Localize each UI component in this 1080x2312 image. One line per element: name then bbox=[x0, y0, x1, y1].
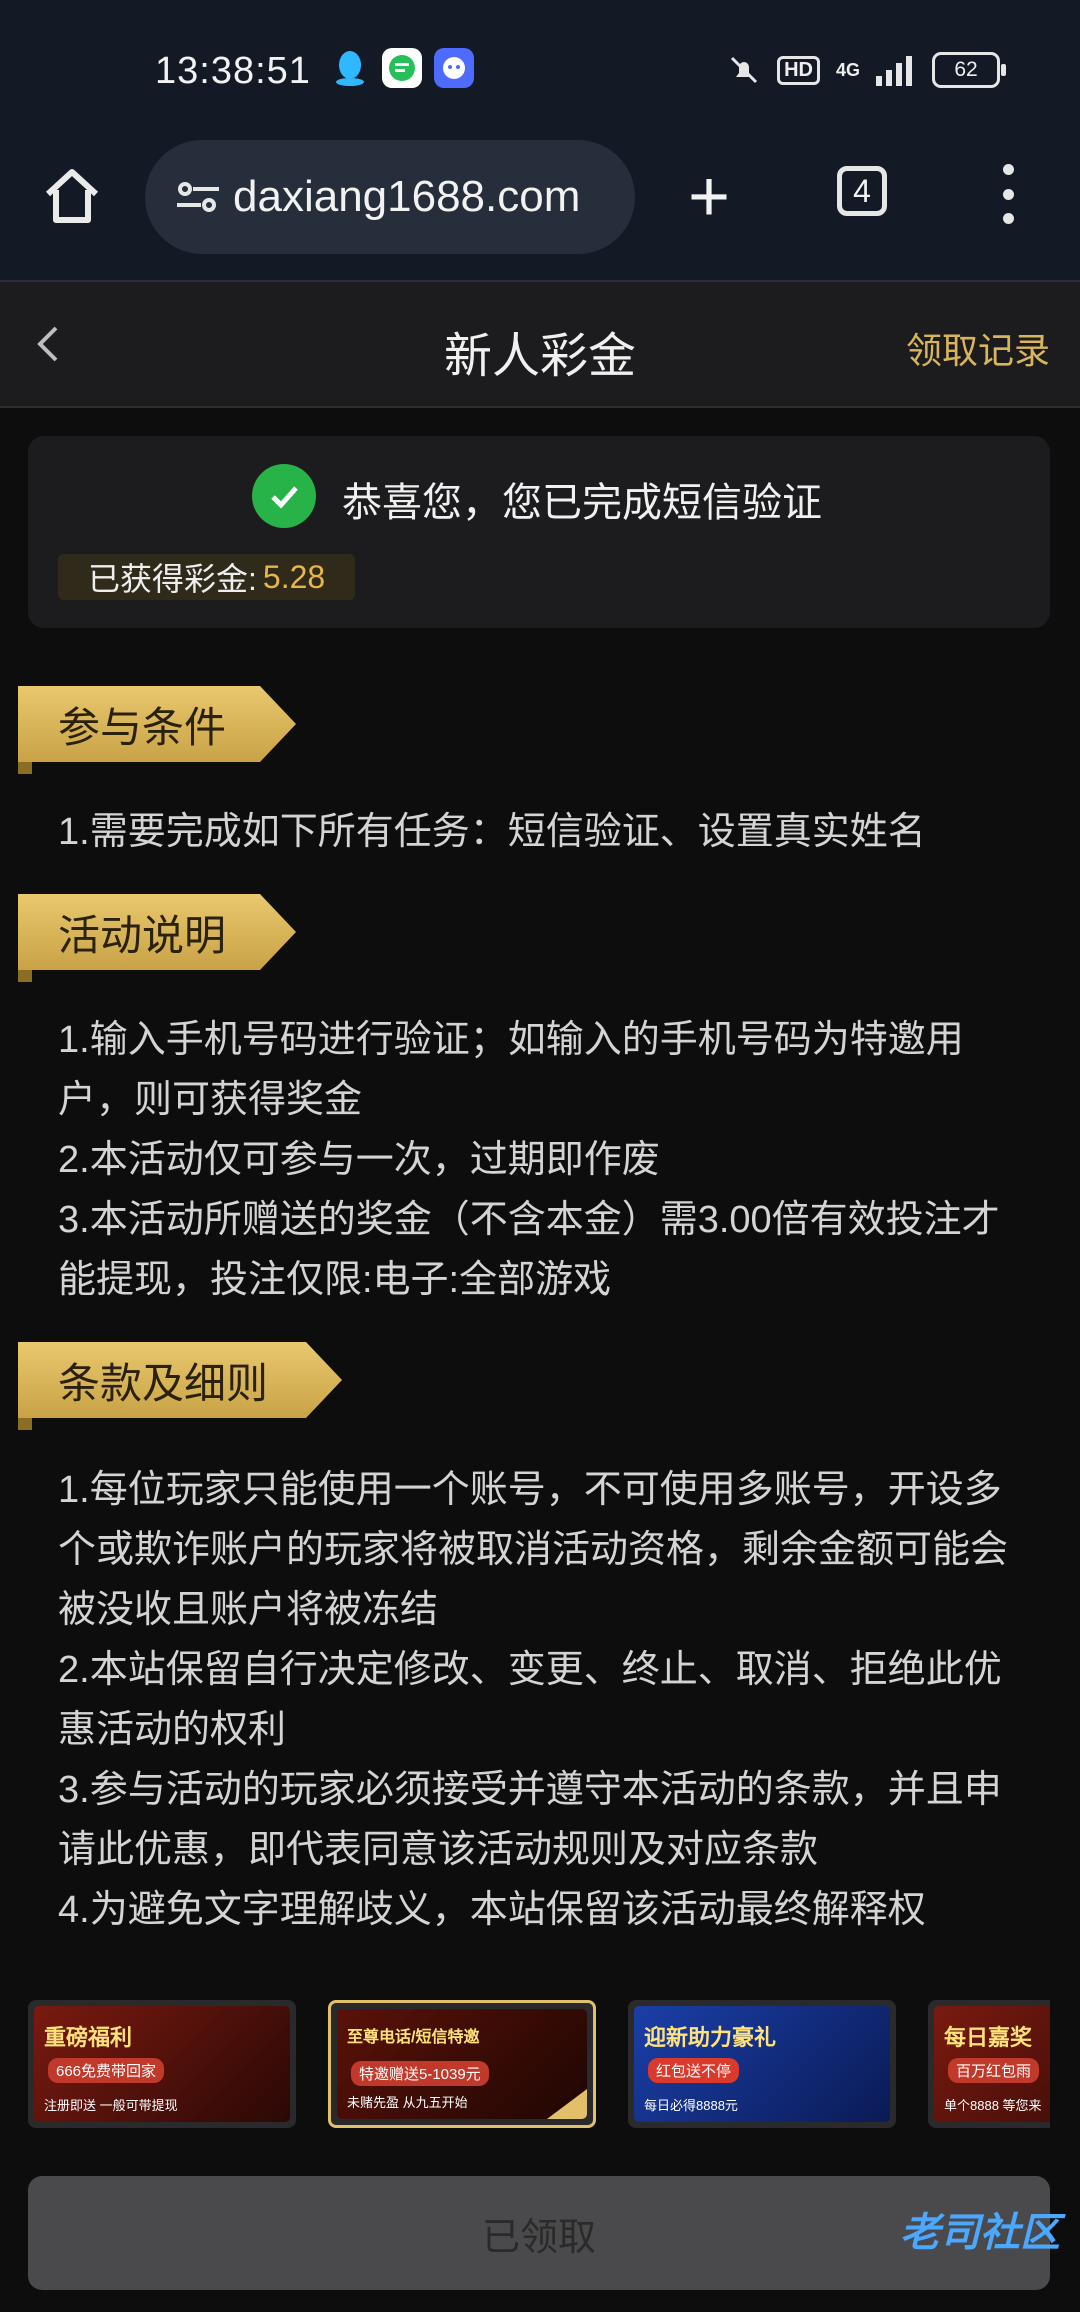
terms-line: 2.本站保留自行决定修改、变更、终止、取消、拒绝此优惠活动的权利 bbox=[58, 1649, 1002, 1751]
battery-level: 62 bbox=[954, 58, 978, 81]
section-tag-fold bbox=[18, 1418, 32, 1430]
section-tag-fold bbox=[18, 970, 32, 982]
verification-success-card: 恭喜您，您已完成短信验证 已获得彩金: 5.28 bbox=[28, 436, 1050, 628]
bottom-action-bar: 已领取 老司社区 bbox=[0, 2150, 1080, 2312]
section-tag-fold bbox=[18, 762, 32, 774]
promo-carousel[interactable]: 重磅福利 666免费带回家 注册即送 一般可带提现 至尊电话/短信特邀 特邀赠送… bbox=[28, 2000, 1050, 2140]
promo-subtitle: 百万红包雨 bbox=[948, 2058, 1040, 2083]
promo-footer: 未赌先盈 从九五开始 bbox=[347, 2095, 468, 2110]
success-message: 恭喜您，您已完成短信验证 bbox=[342, 481, 822, 525]
check-circle-icon bbox=[252, 464, 316, 528]
address-bar[interactable]: daxiang1688.com bbox=[145, 140, 635, 254]
selected-check-icon bbox=[547, 2089, 587, 2119]
new-tab-button[interactable]: + bbox=[688, 161, 730, 233]
promo-banner-image: 重磅福利 666免费带回家 注册即送 一般可带提现 bbox=[34, 2006, 290, 2122]
section-terms-body: 1.每位玩家只能使用一个账号，不可使用多账号，开设多个或欺诈账户的玩家将被取消活… bbox=[58, 1460, 1028, 1940]
chat-bot-icon bbox=[434, 48, 474, 88]
bonus-value: 5.28 bbox=[262, 558, 326, 595]
battery-icon: 62 bbox=[932, 52, 1006, 88]
promo-title: 重磅福利 bbox=[44, 2025, 133, 2050]
condition-line: 1.需要完成如下所有任务：短信验证、设置真实姓名 bbox=[58, 811, 926, 853]
url-text[interactable]: daxiang1688.com bbox=[233, 172, 580, 222]
status-indicators: HD 4G 62 bbox=[727, 52, 1006, 88]
promo-banner[interactable]: 每日嘉奖 百万红包雨 单个8888 等您来 bbox=[928, 2000, 1050, 2128]
promo-title: 迎新助力豪礼 bbox=[644, 2025, 777, 2050]
section-conditions-body: 1.需要完成如下所有任务：短信验证、设置真实姓名 bbox=[58, 802, 1028, 862]
claim-records-link[interactable]: 领取记录 bbox=[906, 322, 1050, 374]
claimed-button[interactable]: 已领取 bbox=[28, 2176, 1050, 2290]
activity-line: 3.本活动所赠送的奖金（不含本金）需3.00倍有效投注才能提现，投注仅限:电子:… bbox=[58, 1199, 1000, 1301]
page-header: 新人彩金 领取记录 bbox=[0, 282, 1080, 408]
section-title-activity: 活动说明 bbox=[18, 894, 296, 970]
signal-icon bbox=[876, 56, 912, 86]
section-activity-body: 1.输入手机号码进行验证；如输入的手机号码为特邀用户，则可获得奖金 2.本活动仅… bbox=[58, 1010, 1028, 1310]
browser-toolbar: daxiang1688.com + 4 bbox=[0, 140, 1080, 282]
home-icon[interactable] bbox=[40, 164, 104, 228]
promo-banner-image: 至尊电话/短信特邀 特邀赠送5-1039元 未赌先盈 从九五开始 bbox=[337, 2009, 587, 2119]
promo-footer: 注册即送 一般可带提现 bbox=[44, 2098, 178, 2113]
status-bar: 13:38:51 HD 4G 62 bbox=[0, 0, 1080, 140]
promo-title: 至尊电话/短信特邀 bbox=[347, 2029, 480, 2046]
watermark-logo: 老司社区 bbox=[900, 2211, 1060, 2255]
activity-line: 2.本活动仅可参与一次，过期即作废 bbox=[58, 1139, 660, 1181]
promo-subtitle: 红包送不停 bbox=[648, 2058, 740, 2083]
network-label: 4G bbox=[835, 59, 860, 80]
notification-icons bbox=[330, 48, 474, 88]
promo-title: 每日嘉奖 bbox=[944, 2025, 1033, 2050]
bonus-earned-chip: 已获得彩金: 5.28 bbox=[58, 554, 356, 600]
section-title-conditions: 参与条件 bbox=[18, 686, 296, 762]
promo-subtitle: 666免费带回家 bbox=[48, 2058, 165, 2083]
hd-badge: HD bbox=[777, 55, 820, 85]
promo-footer: 单个8888 等您来 bbox=[944, 2098, 1042, 2113]
promo-banner[interactable]: 重磅福利 666免费带回家 注册即送 一般可带提现 bbox=[28, 2000, 296, 2128]
terms-line: 1.每位玩家只能使用一个账号，不可使用多账号，开设多个或欺诈账户的玩家将被取消活… bbox=[58, 1469, 1009, 1631]
section-title-terms: 条款及细则 bbox=[18, 1342, 342, 1418]
qq-icon bbox=[330, 48, 370, 88]
message-app-icon bbox=[382, 48, 422, 88]
status-time: 13:38:51 bbox=[155, 50, 311, 92]
promo-subtitle: 特邀赠送5-1039元 bbox=[351, 2061, 489, 2086]
terms-line: 4.为避免文字理解歧义，本站保留该活动最终解释权 bbox=[58, 1889, 926, 1931]
more-menu-icon[interactable] bbox=[995, 164, 1021, 224]
promo-banner-image: 每日嘉奖 百万红包雨 单个8888 等您来 bbox=[934, 2006, 1050, 2122]
bonus-label: 已获得彩金: bbox=[88, 561, 257, 597]
promo-banner-image: 迎新助力豪礼 红包送不停 每日必得8888元 bbox=[634, 2006, 890, 2122]
mute-bell-icon bbox=[731, 56, 758, 84]
promo-footer: 每日必得8888元 bbox=[644, 2098, 738, 2113]
site-settings-icon[interactable] bbox=[173, 177, 223, 217]
promo-banner[interactable]: 迎新助力豪礼 红包送不停 每日必得8888元 bbox=[628, 2000, 896, 2128]
tab-switcher-button[interactable]: 4 bbox=[837, 166, 887, 216]
promo-banner-selected[interactable]: 至尊电话/短信特邀 特邀赠送5-1039元 未赌先盈 从九五开始 bbox=[328, 2000, 596, 2128]
terms-line: 3.参与活动的玩家必须接受并遵守本活动的条款，并且申请此优惠，即代表同意该活动规… bbox=[58, 1769, 1002, 1871]
activity-line: 1.输入手机号码进行验证；如输入的手机号码为特邀用户，则可获得奖金 bbox=[58, 1019, 964, 1121]
